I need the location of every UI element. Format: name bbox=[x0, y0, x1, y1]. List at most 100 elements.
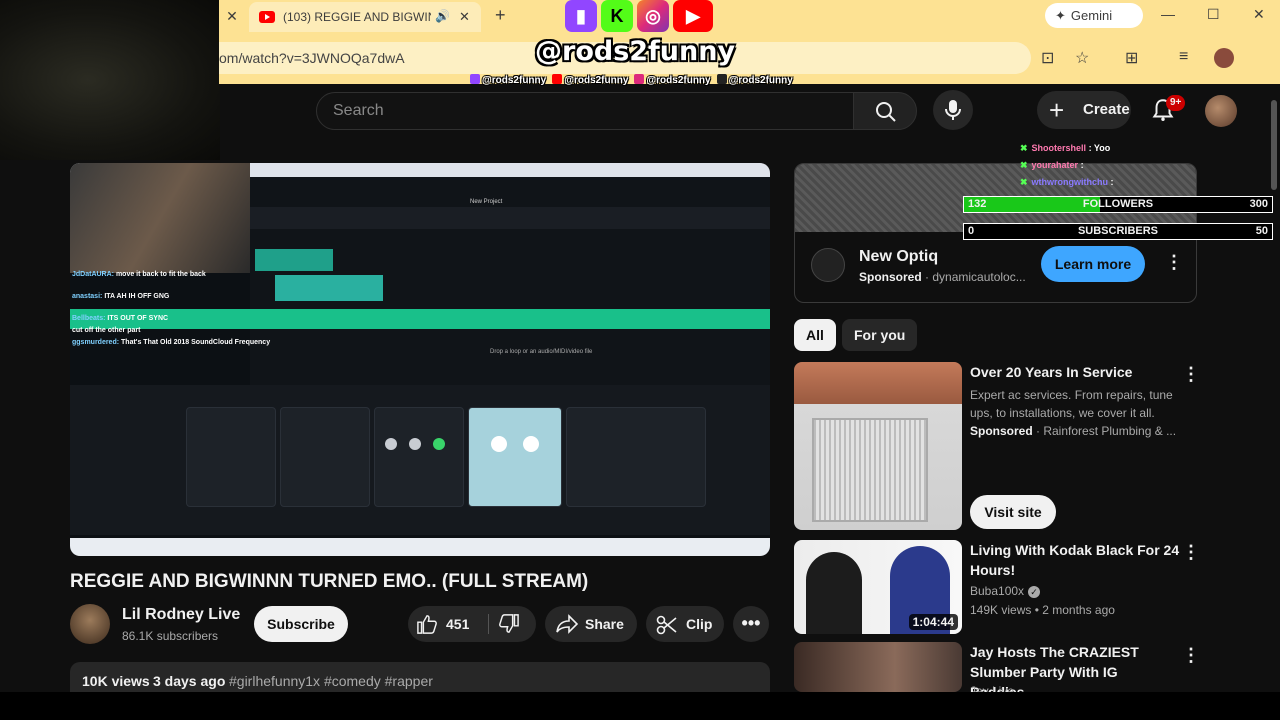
social-handles-row: @rods2funny @rods2funny @rods2funny @rod… bbox=[470, 74, 793, 86]
gemini-icon: ✦ bbox=[1055, 8, 1066, 23]
close-tab-icon[interactable]: ✕ bbox=[222, 6, 242, 26]
bottom-bar bbox=[0, 692, 1280, 720]
subscribe-button[interactable]: Subscribe bbox=[254, 606, 348, 642]
chip-for-you[interactable]: For you bbox=[842, 319, 918, 351]
chip-all[interactable]: All bbox=[794, 319, 836, 351]
gemini-label: Gemini bbox=[1070, 8, 1113, 23]
like-dislike-group: 451 bbox=[408, 606, 536, 642]
twitch-handle: @rods2funny bbox=[470, 74, 546, 86]
audio-track-waveform bbox=[70, 309, 770, 329]
notification-count-badge: 9+ bbox=[1166, 95, 1186, 111]
maximize-button[interactable]: ☐ bbox=[1207, 6, 1220, 23]
voice-search-button[interactable] bbox=[933, 90, 973, 130]
window-close-button[interactable]: ✕ bbox=[1253, 6, 1265, 23]
thumbs-down-icon[interactable] bbox=[498, 614, 520, 634]
like-divider bbox=[488, 614, 489, 634]
like-count[interactable]: 451 bbox=[446, 606, 469, 642]
video-player[interactable]: New Project Drop a loop or an audio/MIDI… bbox=[70, 163, 770, 556]
fx-noise-gate bbox=[186, 407, 276, 507]
bookmark-star-icon[interactable]: ☆ bbox=[1075, 48, 1089, 68]
fx-bl-driver bbox=[280, 407, 370, 507]
media-controls-icon[interactable]: ≡ bbox=[1179, 48, 1188, 66]
ad-menu-icon[interactable]: ⋮ bbox=[1165, 252, 1183, 273]
tab-title: (103) REGGIE AND BIGWINNNN TURNED EMO.. … bbox=[283, 10, 431, 24]
overlay-chat-line: ✖ Shootershell : Yoo bbox=[1020, 143, 1111, 153]
streamer-webcam bbox=[0, 0, 220, 160]
share-button[interactable]: Share bbox=[545, 606, 637, 642]
share-label: Share bbox=[585, 616, 624, 632]
ac-unit-image bbox=[812, 418, 928, 522]
daw-project-title: New Project bbox=[470, 199, 503, 205]
minimize-button[interactable]: — bbox=[1161, 6, 1175, 22]
stream-chat-line: Bellbeats: ITS OUT OF SYNC bbox=[72, 315, 169, 322]
followers-label: FOLLOWERS bbox=[1082, 198, 1154, 210]
search-input[interactable]: Search bbox=[316, 92, 854, 130]
ad-thumbnail[interactable] bbox=[794, 362, 962, 530]
install-app-icon[interactable]: ⊡ bbox=[1041, 48, 1054, 68]
stream-taskbar bbox=[70, 538, 770, 556]
youtube-icon: ▶ bbox=[673, 0, 713, 32]
browser-tab-youtube[interactable]: (103) REGGIE AND BIGWINNNN TURNED EMO.. … bbox=[249, 2, 481, 32]
stream-webcam bbox=[70, 163, 250, 273]
kick-icon: K bbox=[601, 0, 633, 32]
channel-avatar[interactable] bbox=[70, 604, 110, 644]
subscriber-count: 86.1K subscribers bbox=[122, 629, 219, 643]
search-button[interactable] bbox=[853, 92, 917, 130]
overlay-chat-line: ✖ wthwrongwithchu : bbox=[1020, 177, 1114, 187]
share-icon bbox=[556, 614, 579, 634]
fx-chorus-ensemble bbox=[468, 407, 562, 507]
followers-target: 300 bbox=[1249, 198, 1268, 210]
knob bbox=[523, 436, 539, 452]
search-icon bbox=[876, 102, 896, 122]
daw-drop-hint: Drop a loop or an audio/MIDI/video file bbox=[490, 349, 593, 355]
rec-menu-icon[interactable]: ⋮ bbox=[1182, 364, 1200, 385]
thumbs-up-icon[interactable] bbox=[416, 614, 438, 634]
stream-chat-line: cut off the other part bbox=[72, 327, 141, 334]
audio-clip bbox=[255, 249, 333, 271]
video-thumbnail[interactable] bbox=[794, 642, 962, 692]
knob bbox=[491, 436, 507, 452]
plus-icon: + bbox=[1049, 95, 1065, 125]
subscribers-target: 50 bbox=[1255, 225, 1268, 237]
new-tab-button[interactable]: + bbox=[495, 5, 506, 26]
clip-label: Clip bbox=[686, 616, 713, 632]
visit-site-button[interactable]: Visit site bbox=[970, 495, 1056, 529]
video-thumbnail[interactable]: 1:04:44 bbox=[794, 540, 962, 634]
tab-close-icon[interactable]: ✕ bbox=[459, 9, 470, 25]
gemini-button[interactable]: ✦ Gemini bbox=[1045, 3, 1143, 28]
tab-search-icon[interactable]: ⊞ bbox=[1125, 48, 1138, 68]
instagram-handle: @rods2funny bbox=[634, 74, 711, 86]
youtube-handle: @rods2funny bbox=[552, 74, 628, 86]
fx-dsx-comp bbox=[374, 407, 464, 507]
rec-menu-icon[interactable]: ⋮ bbox=[1182, 645, 1200, 666]
more-actions-button[interactable]: ••• bbox=[733, 606, 769, 642]
followers-goal-bar: 132 FOLLOWERS 300 bbox=[963, 196, 1273, 213]
audio-clip bbox=[275, 275, 383, 301]
stream-chat-line: ggsmurdered: That's That Old 2018 SoundC… bbox=[72, 339, 271, 346]
video-title: REGGIE AND BIGWINNN TURNED EMO.. (FULL S… bbox=[70, 571, 589, 592]
create-label: Create bbox=[1083, 101, 1130, 118]
channel-name[interactable]: Lil Rodney Live bbox=[122, 606, 240, 624]
social-icons-overlay: ▮ K ◎ ▶ bbox=[565, 0, 713, 34]
advertiser-logo bbox=[811, 248, 845, 282]
rec-title[interactable]: Living With Kodak Black For 24 Hours! bbox=[970, 540, 1180, 580]
streamer-handle: @rods2funny bbox=[535, 36, 736, 67]
browser-profile-avatar[interactable] bbox=[1214, 48, 1234, 68]
stream-chat-line: JdDatAURA: move it back to fit the back bbox=[72, 271, 206, 278]
page-scrollbar[interactable] bbox=[1271, 100, 1277, 190]
search-placeholder: Search bbox=[333, 102, 384, 119]
rec-menu-icon[interactable]: ⋮ bbox=[1182, 542, 1200, 563]
speaker-icon[interactable]: 🔊 bbox=[435, 9, 450, 23]
rec-description: Expert ac services. From repairs, tune u… bbox=[970, 388, 1173, 420]
clip-button[interactable]: Clip bbox=[646, 606, 724, 642]
rec-channel[interactable]: Buba100x ✓ bbox=[970, 584, 1041, 598]
tiktok-handle: @rods2funny bbox=[716, 74, 793, 86]
knob bbox=[409, 438, 421, 450]
learn-more-button[interactable]: Learn more bbox=[1041, 246, 1145, 282]
rec-title[interactable]: Over 20 Years In Service bbox=[970, 362, 1180, 382]
description-box[interactable]: 10K views 3 days ago #girlhefunny1x #com… bbox=[70, 662, 770, 692]
scissors-icon bbox=[656, 615, 677, 635]
account-avatar[interactable] bbox=[1205, 95, 1237, 127]
create-button[interactable]: + Create bbox=[1037, 91, 1131, 129]
hashtags[interactable]: #girlhefunny1x #comedy #rapper bbox=[229, 673, 433, 689]
